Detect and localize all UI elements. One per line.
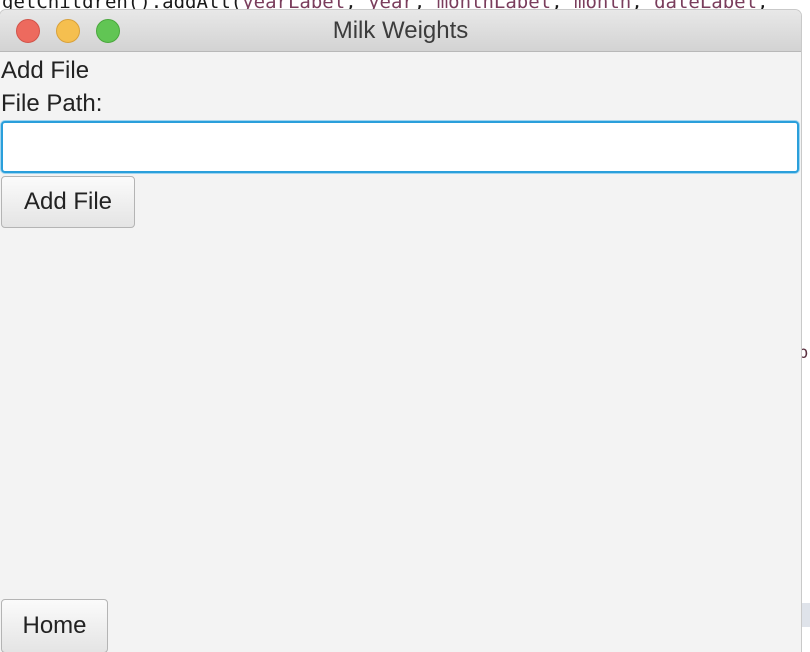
- background-editor-strip: [801, 0, 810, 652]
- window-title: Milk Weights: [332, 17, 469, 44]
- title-bar[interactable]: Milk Weights: [0, 10, 801, 52]
- home-button[interactable]: Home: [1, 599, 108, 652]
- add-file-heading: Add File: [1, 57, 90, 84]
- add-file-button[interactable]: Add File: [1, 176, 135, 228]
- app-window: Milk Weights Add File File Path: Add Fil…: [0, 10, 801, 652]
- file-path-label: File Path:: [1, 90, 103, 117]
- file-path-input[interactable]: [1, 121, 799, 173]
- background-highlight-band: [801, 603, 810, 627]
